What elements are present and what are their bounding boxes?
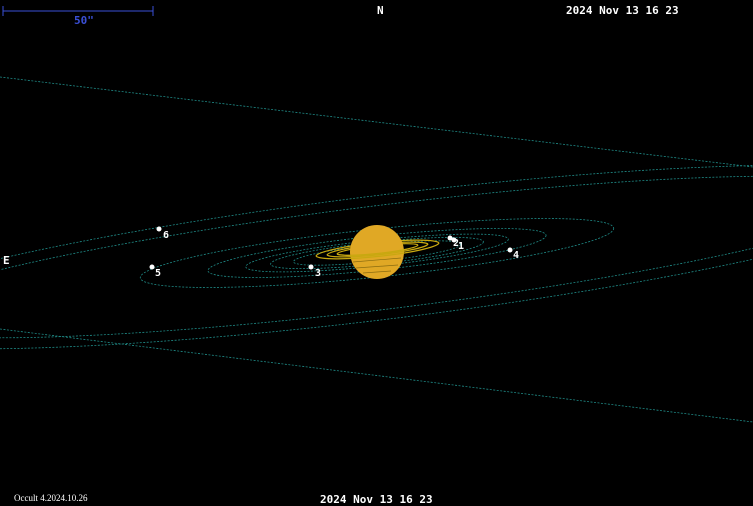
moon-4[interactable] xyxy=(507,247,513,253)
datetime-bottom: 2024 Nov 13 16 23 xyxy=(320,493,433,506)
moon-2[interactable] xyxy=(447,235,453,241)
moon-5[interactable] xyxy=(149,264,155,270)
satellite-view: 50" N 2024 Nov 13 16 23 E 1 2 3 4 5 6 Oc… xyxy=(0,0,753,506)
orbit-outer-upper xyxy=(0,76,753,168)
program-version: Occult 4.2024.10.26 xyxy=(14,493,88,503)
datetime-top: 2024 Nov 13 16 23 xyxy=(566,4,679,17)
east-label: E xyxy=(3,254,10,267)
moon-label-6: 6 xyxy=(163,230,170,241)
orbit-diagram xyxy=(0,6,753,423)
moon-6[interactable] xyxy=(156,226,162,232)
moon-label-3: 3 xyxy=(315,268,322,279)
moon-label-4: 4 xyxy=(513,250,520,261)
moon-3[interactable] xyxy=(308,264,314,270)
moon-label-5: 5 xyxy=(155,268,162,279)
orbit-outer-lower xyxy=(0,328,753,423)
moon-label-2: 2 xyxy=(453,238,460,249)
scale-bar-label: 50" xyxy=(74,14,94,27)
north-label: N xyxy=(377,4,384,17)
